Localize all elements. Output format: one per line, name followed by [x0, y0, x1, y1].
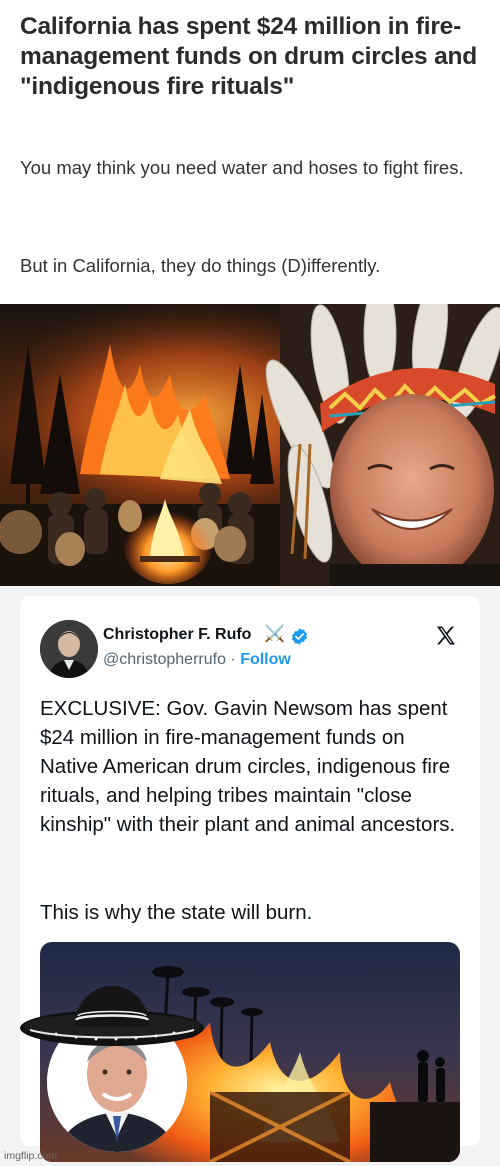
author-handle[interactable]: @christopherrufo	[103, 651, 226, 668]
article-section: California has spent $24 million in fire…	[0, 0, 500, 304]
tweet-text-main: EXCLUSIVE: Gov. Gavin Newsom has spent $…	[40, 697, 456, 836]
x-logo-icon[interactable]	[434, 624, 458, 648]
author-display-name[interactable]: Christopher F. Rufo	[103, 626, 251, 644]
article-paragraph-2: But in California, they do things (D)iff…	[20, 255, 381, 276]
article-paragraph-1: You may think you need water and hoses t…	[20, 157, 464, 178]
separator-dot: ·	[225, 651, 241, 668]
verified-badge-icon	[291, 628, 308, 645]
tweet-text-closing: This is why the state will burn.	[40, 901, 313, 924]
author-handle-row: @christopherrufo · Follow	[103, 651, 291, 669]
imgflip-watermark: imgflip.com	[4, 1150, 58, 1162]
sombrero-icon	[20, 986, 204, 1046]
author-avatar[interactable]	[40, 620, 98, 678]
follow-button[interactable]: Follow	[240, 651, 291, 668]
article-headline: California has spent $24 million in fire…	[20, 13, 478, 100]
crossed-swords-icon: ⚔️	[264, 624, 286, 643]
fire-ritual-image	[0, 304, 500, 586]
